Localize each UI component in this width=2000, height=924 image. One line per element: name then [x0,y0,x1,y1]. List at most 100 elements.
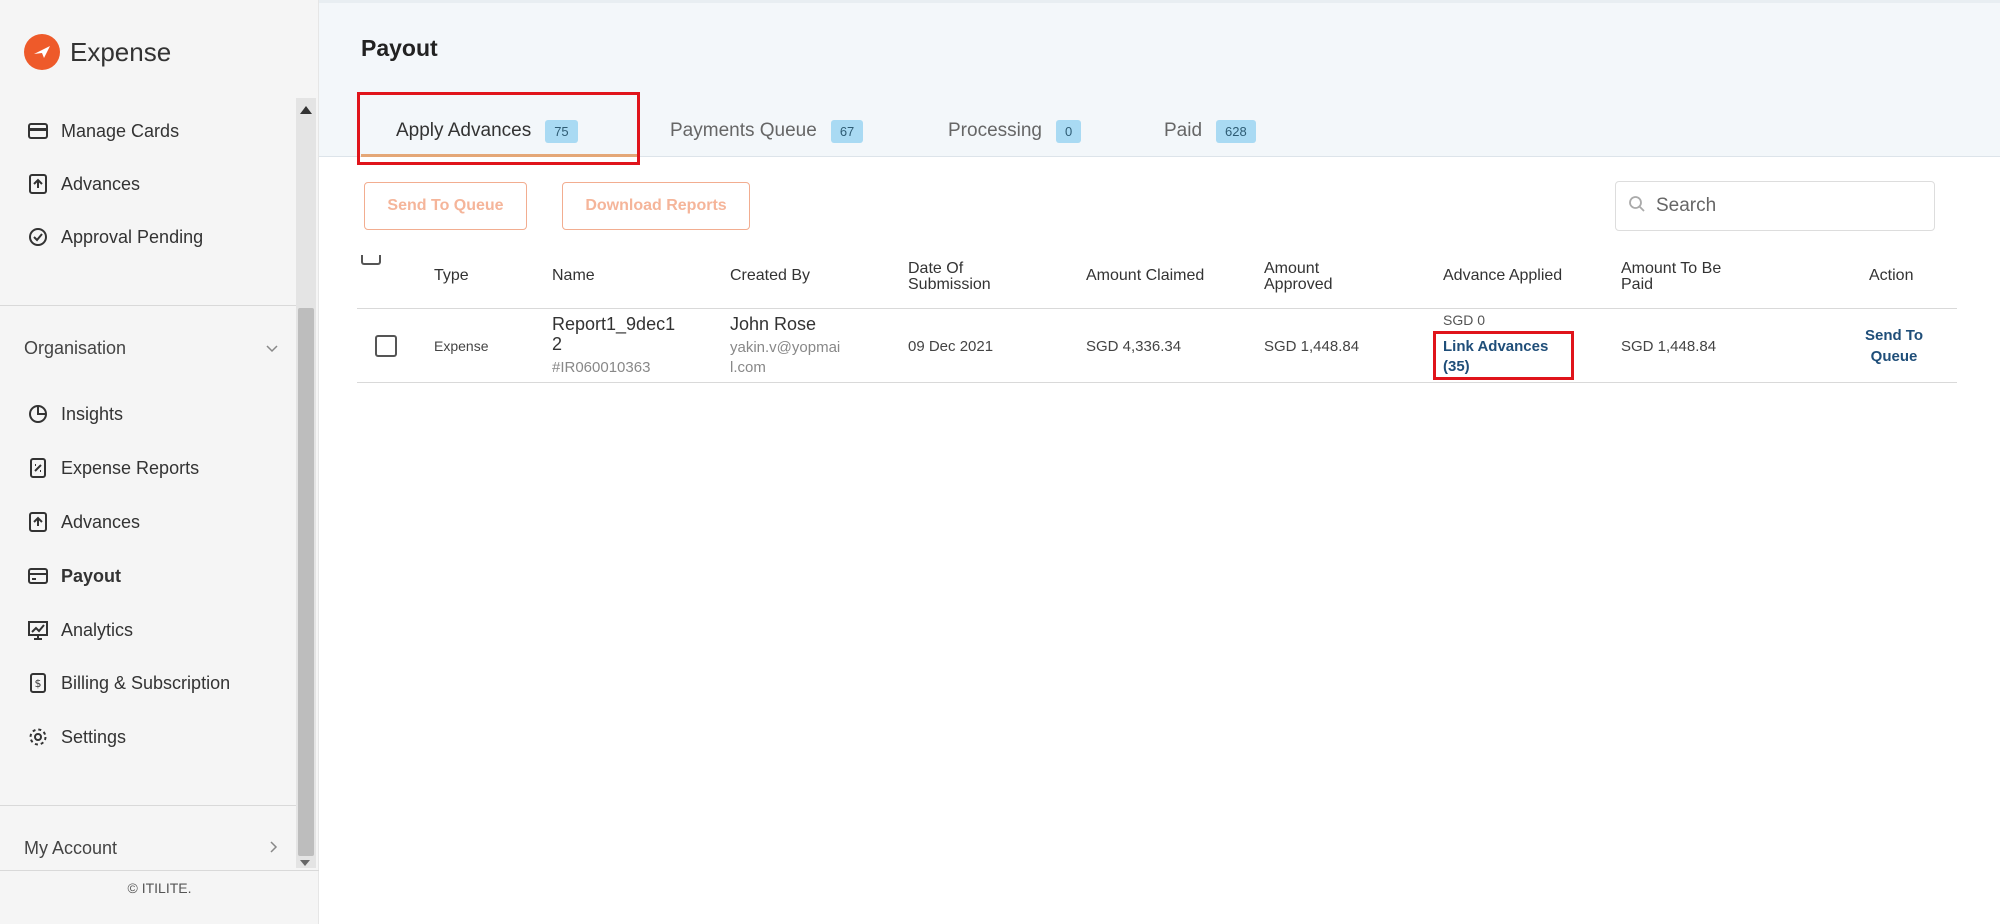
sidebar-item-label: Payout [61,565,122,586]
header-line: Approved [1264,276,1333,293]
action-line: Queue [1870,348,1918,365]
column-header-amount-claimed[interactable]: Amount Claimed [1086,268,1204,284]
divider [0,870,319,871]
amount-claimed: SGD 4,336.34 [1086,338,1182,355]
row-checkbox[interactable] [375,335,397,357]
download-reports-button[interactable]: Download Reports [562,182,750,230]
sidebar-item-label: Advances [61,511,141,532]
column-header-type[interactable]: Type [434,268,469,284]
advances-icon [27,511,49,533]
header-line: Date Of [908,260,964,277]
table-divider [357,382,1957,383]
tab-paid[interactable]: Paid 628 [1164,111,1256,151]
column-header-advance-applied[interactable]: Advance Applied [1443,268,1562,284]
brand[interactable]: Expense [24,33,171,71]
header-line: Paid [1621,276,1654,293]
sidebar-item-label: Approval Pending [61,226,204,247]
scroll-up-icon[interactable] [300,106,312,114]
sidebar: Expense Manage Cards Advances Approval P… [0,0,319,924]
sidebar-item-manage-cards[interactable]: Manage Cards [27,116,179,146]
sidebar-item-label: Settings [61,726,127,747]
expense-logo-icon [24,34,60,70]
header-line: Submission [908,276,991,293]
main-content: Payout Apply Advances 75 Payments Queue … [319,0,2000,924]
organisation-label: Organisation [24,337,127,358]
send-to-queue-link[interactable]: Send To Queue [1829,325,1959,367]
column-header-created-by[interactable]: Created By [730,268,810,284]
amount-to-be-paid: SGD 1,448.84 [1621,338,1717,355]
advance-applied-value: SGD 0 [1443,312,1486,328]
highlight-box-link-advances [1433,331,1574,380]
column-header-amount-approved[interactable]: Amount Approved [1264,261,1333,293]
row-type: Expense [434,338,489,354]
search-icon [1628,195,1646,218]
check-circle-icon [27,226,49,248]
sidebar-item-advances[interactable]: Advances [27,169,140,199]
name-line: Report1_9dec1 [552,314,676,334]
email-line: yakin.v@yopmai [730,339,841,356]
header-line: Amount To Be [1621,260,1722,277]
search-box[interactable] [1615,181,1935,231]
report-name[interactable]: Report1_9dec1 2 [552,314,675,354]
svg-text:$: $ [35,677,42,690]
search-input[interactable] [1656,195,1916,217]
gear-icon [27,726,49,748]
scroll-thumb[interactable] [298,308,314,856]
email-line: l.com [730,359,766,376]
sidebar-item-settings[interactable]: Settings [27,722,126,752]
column-header-amount-to-be-paid[interactable]: Amount To Be Paid [1621,261,1721,293]
column-header-name[interactable]: Name [552,268,595,284]
divider [0,305,296,306]
footer-copyright: © ITILITE. [127,880,192,896]
tab-processing[interactable]: Processing 0 [948,111,1082,151]
my-account-section[interactable]: My Account [24,833,279,863]
column-header-action[interactable]: Action [1869,268,1913,284]
advances-icon [27,173,49,195]
creator-email: yakin.v@yopmai l.com [730,338,840,378]
sidebar-item-label: Advances [61,173,141,194]
table-divider [357,308,1957,309]
sidebar-item-payout[interactable]: Payout [27,561,121,591]
count-badge: 67 [830,119,864,143]
column-header-date[interactable]: Date Of Submission [908,261,991,293]
pie-chart-icon [27,403,49,425]
sidebar-item-insights[interactable]: Insights [27,399,123,429]
report-id: #IR060010363 [552,359,651,376]
chevron-right-icon [269,838,279,859]
organisation-section[interactable]: Organisation [24,333,279,363]
select-all-checkbox[interactable] [361,255,381,265]
sidebar-item-label: Analytics [61,619,134,640]
tab-label: Payments Queue [670,120,817,141]
my-account-label: My Account [24,837,118,858]
sidebar-scrollbar[interactable] [296,98,316,868]
tab-payments-queue[interactable]: Payments Queue 67 [670,111,864,151]
page-title: Payout [361,35,438,61]
sidebar-item-label: Billing & Subscription [61,672,231,693]
tab-label: Paid [1164,120,1203,141]
scroll-down-icon[interactable] [300,860,310,866]
sidebar-item-approval-pending[interactable]: Approval Pending [27,222,203,252]
billing-icon: $ [27,672,49,694]
sidebar-item-label: Insights [61,403,124,424]
highlight-box-tab [357,92,640,165]
report-icon [27,457,49,479]
submission-date: 09 Dec 2021 [908,338,994,355]
sidebar-item-billing[interactable]: $ Billing & Subscription [27,668,230,698]
count-badge: 0 [1056,119,1082,143]
header-line: Amount [1264,260,1320,277]
sidebar-item-expense-reports[interactable]: Expense Reports [27,453,199,483]
chevron-down-icon [265,338,279,359]
payout-icon [27,565,49,587]
name-line: 2 [552,334,563,354]
count-badge: 628 [1216,119,1256,143]
sidebar-item-label: Manage Cards [61,120,180,141]
app-name: Expense [70,36,172,67]
divider [0,805,296,806]
sidebar-item-advances-org[interactable]: Advances [27,507,140,537]
send-to-queue-button[interactable]: Send To Queue [364,182,527,230]
sidebar-item-label: Expense Reports [61,457,200,478]
tab-label: Processing [948,120,1042,141]
card-icon [27,120,49,142]
analytics-icon [27,619,49,641]
sidebar-item-analytics[interactable]: Analytics [27,615,133,645]
